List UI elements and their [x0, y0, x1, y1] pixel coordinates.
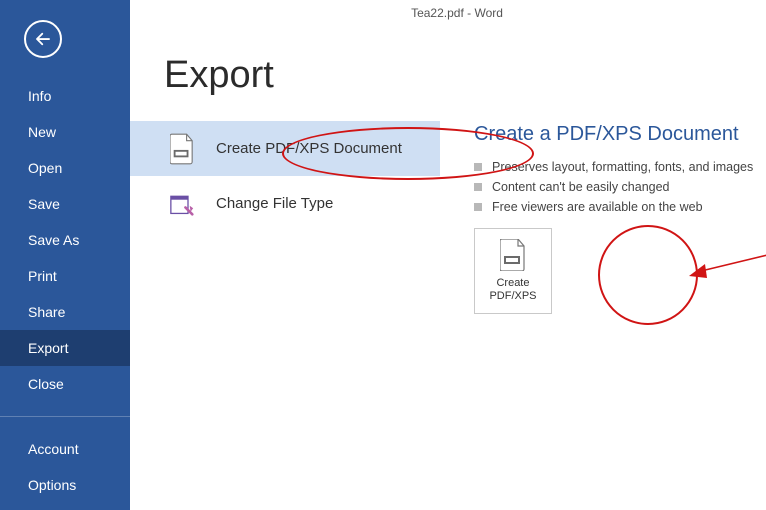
sidebar-item-new[interactable]: New — [0, 114, 130, 150]
change-file-type-icon — [170, 190, 194, 218]
back-button[interactable] — [24, 20, 62, 58]
window-title: Tea22.pdf - Word — [130, 0, 766, 20]
feature-bullet: Content can't be easily changed — [474, 180, 766, 194]
sidebar-items: Info New Open Save Save As Print Share E… — [0, 78, 130, 503]
sidebar-item-options[interactable]: Options — [0, 467, 130, 503]
sidebar-item-label: Account — [28, 441, 79, 457]
sidebar-item-export[interactable]: Export — [0, 330, 130, 366]
option-label: Create PDF/XPS Document — [216, 140, 402, 157]
bullet-text: Content can't be easily changed — [492, 180, 670, 194]
button-label: Create PDF/XPS — [489, 277, 536, 303]
sidebar-item-close[interactable]: Close — [0, 366, 130, 402]
pdf-document-icon — [500, 239, 526, 271]
create-pdf-xps-button[interactable]: Create PDF/XPS — [474, 228, 552, 314]
sidebar-item-label: Share — [28, 304, 65, 320]
sidebar-item-save[interactable]: Save — [0, 186, 130, 222]
right-panel: Create a PDF/XPS Document Preserves layo… — [474, 121, 766, 314]
sidebar-item-label: Info — [28, 88, 51, 104]
right-panel-title: Create a PDF/XPS Document — [474, 123, 766, 146]
sidebar-item-label: Save As — [28, 232, 79, 248]
feature-bullet: Free viewers are available on the web — [474, 200, 766, 214]
pdf-document-icon — [170, 133, 194, 165]
feature-bullets: Preserves layout, formatting, fonts, and… — [474, 160, 766, 214]
sidebar-item-label: New — [28, 124, 56, 140]
main-panel: Tea22.pdf - Word Export Create PDF/XPS D… — [130, 0, 766, 510]
sidebar-item-share[interactable]: Share — [0, 294, 130, 330]
backstage-sidebar: Info New Open Save Save As Print Share E… — [0, 0, 130, 510]
sidebar-item-account[interactable]: Account — [0, 431, 130, 467]
sidebar-item-label: Print — [28, 268, 57, 284]
sidebar-item-save-as[interactable]: Save As — [0, 222, 130, 258]
feature-bullet: Preserves layout, formatting, fonts, and… — [474, 160, 766, 174]
sidebar-item-info[interactable]: Info — [0, 78, 130, 114]
sidebar-item-label: Close — [28, 376, 64, 392]
export-options-column: Create PDF/XPS Document Change File Type — [130, 121, 440, 314]
sidebar-item-label: Options — [28, 477, 76, 493]
arrow-left-icon — [34, 30, 52, 48]
bullet-text: Preserves layout, formatting, fonts, and… — [492, 160, 753, 174]
sidebar-item-label: Save — [28, 196, 60, 212]
sidebar-item-label: Export — [28, 340, 68, 356]
export-content: Create PDF/XPS Document Change File Type… — [130, 121, 766, 314]
page-title: Export — [164, 54, 766, 97]
sidebar-item-label: Open — [28, 160, 62, 176]
sidebar-item-open[interactable]: Open — [0, 150, 130, 186]
option-create-pdf-xps[interactable]: Create PDF/XPS Document — [130, 121, 440, 176]
option-label: Change File Type — [216, 195, 333, 212]
sidebar-separator — [0, 416, 130, 417]
sidebar-item-print[interactable]: Print — [0, 258, 130, 294]
option-change-file-type[interactable]: Change File Type — [130, 176, 440, 231]
bullet-text: Free viewers are available on the web — [492, 200, 703, 214]
